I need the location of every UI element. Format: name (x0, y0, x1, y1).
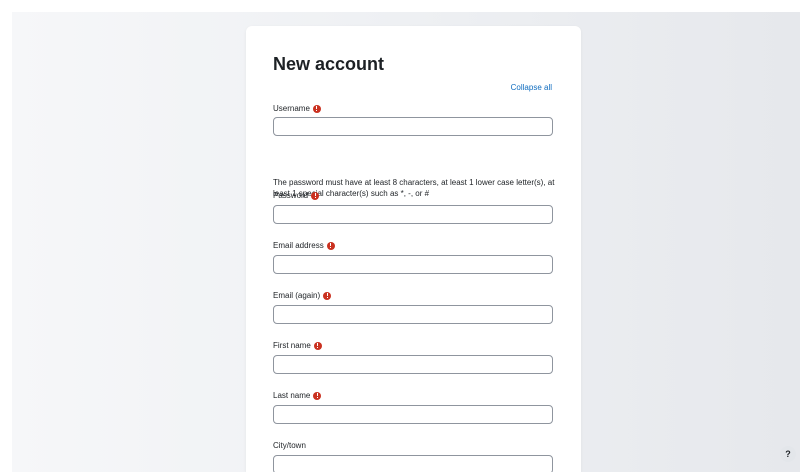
required-icon (313, 391, 322, 400)
last-name-label-text: Last name (273, 391, 311, 400)
password-label: Password (273, 191, 320, 200)
email-again-label: Email (again) (273, 291, 332, 300)
password-input[interactable] (273, 205, 553, 224)
email-label: Email address (273, 241, 335, 250)
last-name-input[interactable] (273, 405, 553, 424)
first-name-input[interactable] (273, 355, 553, 374)
required-icon (323, 291, 332, 300)
required-icon (311, 191, 320, 200)
last-name-label: Last name (273, 391, 322, 400)
collapse-all-link[interactable]: Collapse all (511, 83, 552, 92)
email-again-label-text: Email (again) (273, 291, 321, 300)
city-label: City/town (273, 441, 306, 450)
help-button[interactable]: ? (780, 446, 796, 462)
signup-form-card: New account Collapse all Username The pa… (246, 26, 581, 472)
username-label: Username (273, 104, 321, 113)
required-icon (313, 341, 322, 350)
required-icon (326, 241, 335, 250)
city-label-text: City/town (273, 441, 306, 450)
email-again-input[interactable] (273, 305, 553, 324)
username-label-text: Username (273, 104, 310, 113)
password-label-text: Password (273, 191, 309, 200)
email-label-text: Email address (273, 241, 324, 250)
email-input[interactable] (273, 255, 553, 274)
first-name-label-text: First name (273, 341, 311, 350)
city-input[interactable] (273, 455, 553, 472)
required-icon (312, 104, 321, 113)
username-input[interactable] (273, 117, 553, 136)
first-name-label: First name (273, 341, 322, 350)
page-title: New account (273, 54, 385, 74)
question-mark-icon: ? (785, 449, 791, 459)
